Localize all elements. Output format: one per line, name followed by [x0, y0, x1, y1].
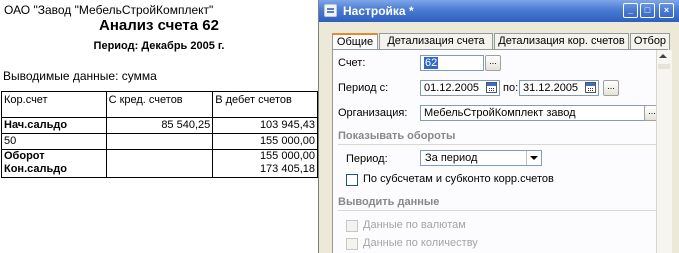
- row-credit: [106, 162, 214, 178]
- table-row: Кон.сальдо 173 405,18: [1, 162, 318, 178]
- divider: [338, 210, 656, 211]
- table-row: 50 155 000,00: [1, 133, 318, 150]
- close-icon[interactable]: ×: [659, 3, 674, 18]
- report-sheet: ОАО "Завод "МебельСтройКомплект" Анализ …: [0, 0, 318, 253]
- row-debit: 103 945,43: [212, 117, 318, 134]
- row-debit: 173 405,18: [212, 162, 318, 178]
- report-organization: ОАО "Завод "МебельСтройКомплект": [4, 3, 214, 17]
- subaccounts-checkbox[interactable]: [346, 174, 358, 186]
- scroll-thumb[interactable]: [658, 64, 670, 69]
- org-value: МебельСтройКомплект завод: [424, 107, 576, 119]
- tab-corr-account-detail[interactable]: Детализация кор. счетов: [494, 33, 629, 50]
- table-row: Нач.сальдо 85 540,25 103 945,43: [1, 117, 318, 134]
- subaccounts-checkbox-label: По субсчетам и субконто корр.счетов: [363, 173, 554, 185]
- tab-panel-general: Счет: 62 ... Период с: 01.12.2005 по: 31…: [332, 49, 668, 253]
- turnover-period-select[interactable]: За период: [420, 150, 542, 166]
- period-from-value: 01.12.2005: [424, 82, 480, 94]
- row-credit: 85 540,25: [106, 117, 214, 134]
- org-field[interactable]: МебельСтройКомплект завод: [420, 105, 646, 121]
- row-account: Оборот: [1, 149, 107, 162]
- row-debit: 155 000,00: [212, 133, 318, 150]
- settings-window: Настройка * _ □ × Общие Детализация счет…: [318, 0, 679, 253]
- scroll-up-icon[interactable]: [659, 54, 667, 58]
- quantity-checkbox[interactable]: [346, 238, 358, 250]
- currency-checkbox[interactable]: [346, 220, 358, 232]
- currency-checkbox-label: Данные по валютам: [363, 219, 466, 231]
- turnover-period-value: За период: [425, 152, 478, 164]
- row-debit: 155 000,00: [212, 149, 318, 162]
- org-label: Организация:: [338, 107, 408, 119]
- row-account: Кон.сальдо: [1, 162, 107, 178]
- report-output-label: Выводимые данные: сумма: [3, 69, 157, 83]
- account-select-button[interactable]: ...: [485, 55, 501, 71]
- tab-filter[interactable]: Отбор: [630, 33, 670, 50]
- window-title: Настройка *: [343, 4, 414, 18]
- row-credit: [106, 149, 214, 162]
- output-data-heading: Выводить данные: [338, 196, 440, 208]
- account-field[interactable]: 62: [420, 55, 484, 71]
- period-from-label: Период с:: [338, 82, 389, 94]
- calendar-icon[interactable]: [585, 82, 596, 93]
- row-credit: [106, 133, 214, 150]
- quantity-checkbox-label: Данные по количеству: [363, 237, 478, 249]
- period-to-label: по:: [503, 82, 519, 94]
- account-label: Счет:: [338, 57, 366, 69]
- turnover-period-label: Период:: [346, 153, 388, 165]
- calendar-icon[interactable]: [486, 82, 497, 93]
- col-header-credit: С кред. счетов: [105, 91, 214, 118]
- account-value: 62: [424, 57, 439, 69]
- window-titlebar[interactable]: Настройка * _ □ ×: [319, 0, 679, 22]
- form-icon: [324, 4, 337, 17]
- col-header-debit: В дебет счетов: [212, 91, 318, 118]
- report-title: Анализ счета 62: [99, 17, 219, 34]
- divider: [338, 144, 656, 145]
- col-header-account: Кор.счет: [1, 91, 107, 118]
- table-row: Оборот 155 000,00: [1, 149, 318, 162]
- chevron-down-icon[interactable]: [526, 151, 541, 165]
- row-account: Нач.сальдо: [1, 117, 107, 134]
- report-period: Период: Декабрь 2005 г.: [93, 40, 225, 52]
- tab-account-detail[interactable]: Детализация счета: [379, 33, 493, 50]
- table-header-row: Кор.счет С кред. счетов В дебет счетов: [1, 91, 318, 118]
- report-table: Кор.счет С кред. счетов В дебет счетов Н…: [1, 91, 318, 178]
- show-turnovers-heading: Показывать обороты: [338, 130, 456, 142]
- period-to-value: 31.12.2005: [523, 82, 579, 94]
- row-account: 50: [1, 133, 107, 150]
- period-select-button[interactable]: ...: [603, 80, 619, 96]
- minimize-icon[interactable]: _: [623, 3, 638, 18]
- maximize-icon[interactable]: □: [640, 3, 655, 18]
- scrollbar[interactable]: [656, 50, 672, 253]
